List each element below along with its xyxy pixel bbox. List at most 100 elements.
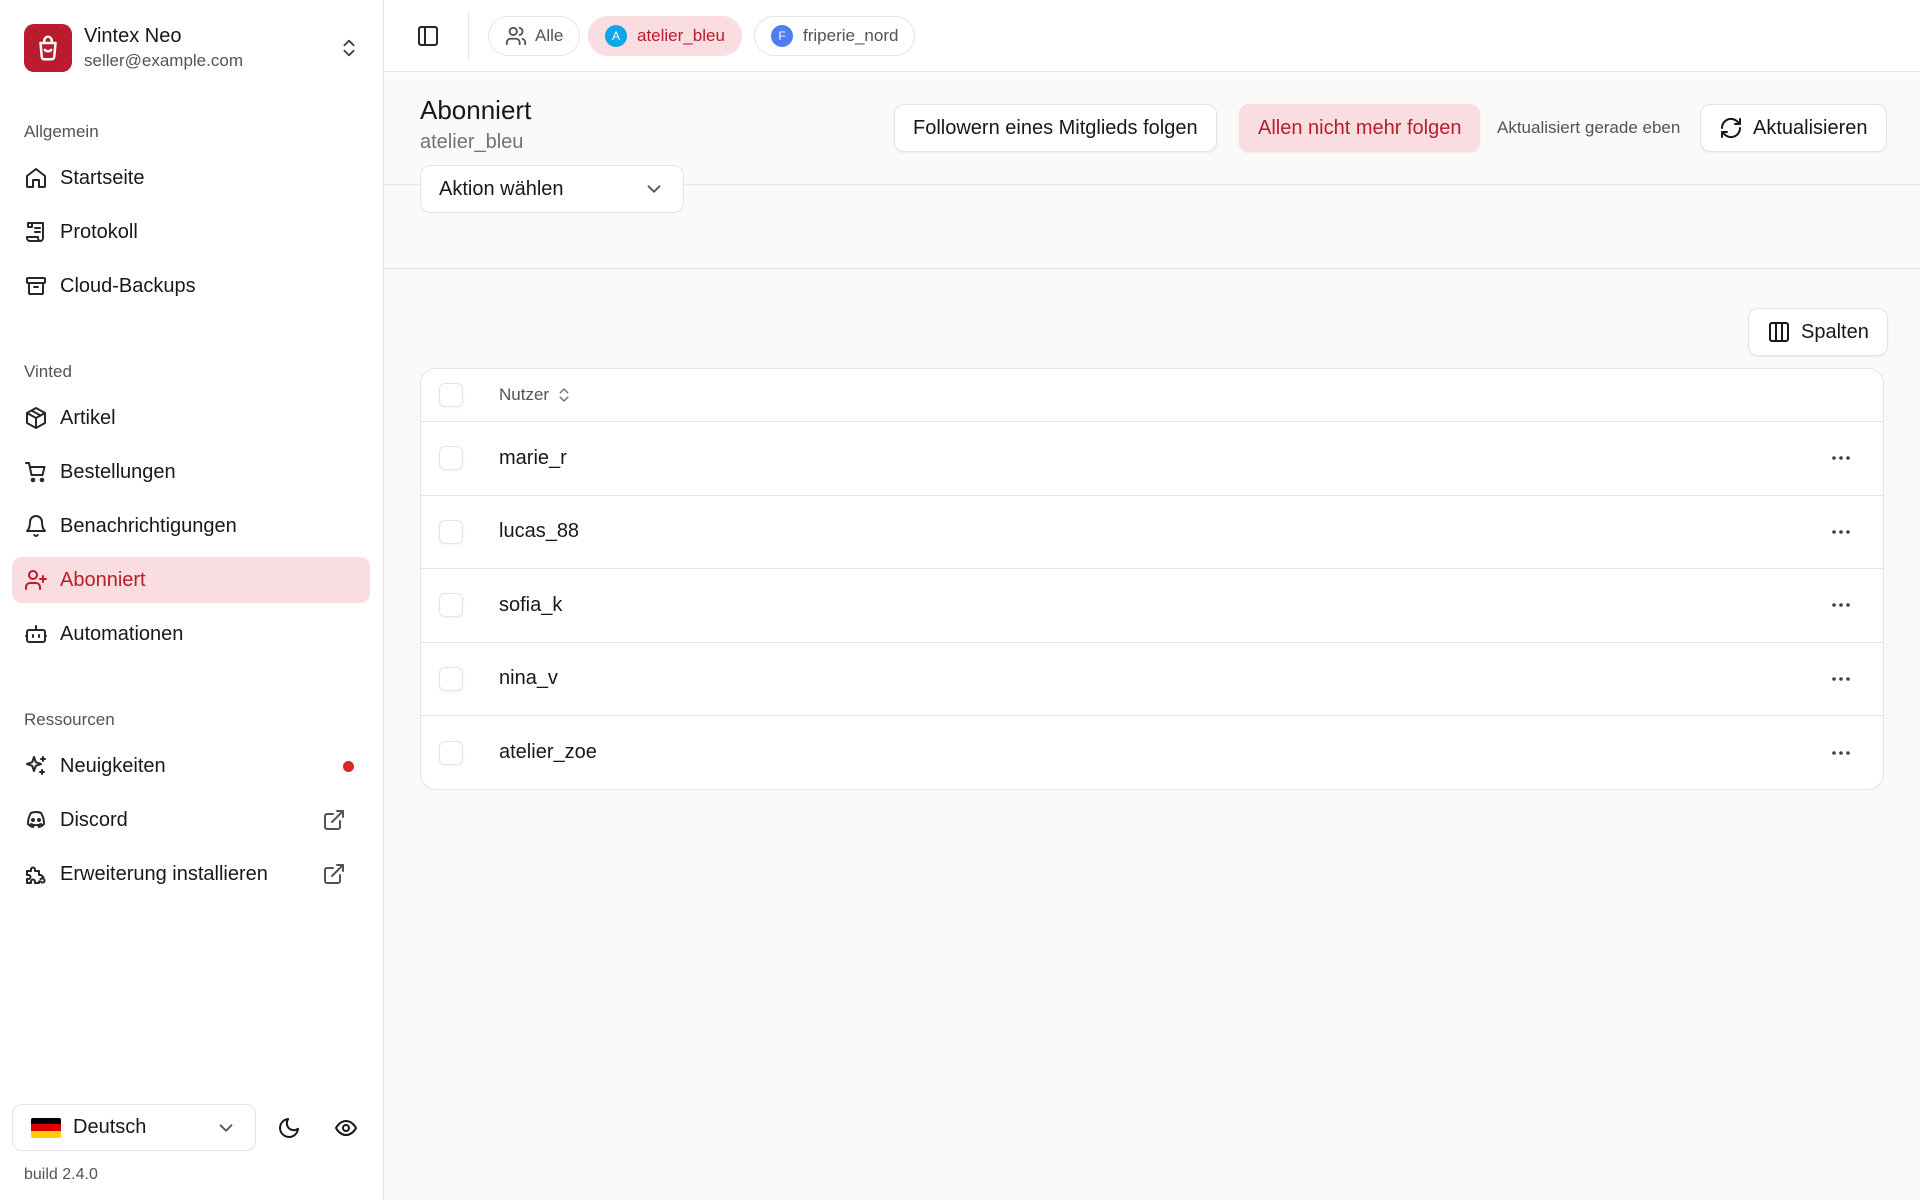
avatar: F [771,25,793,47]
more-horizontal-icon[interactable] [1825,737,1857,769]
row-checkbox[interactable] [439,593,463,618]
sidebar-item-artikel[interactable]: Artikel [12,395,370,441]
main-content: Abonniert atelier_bleu Followern eines M… [384,73,1920,1200]
bell-icon [24,514,48,538]
user-name: nina_v [499,667,558,690]
avatar: A [605,25,627,47]
row-checkbox[interactable] [439,519,463,544]
select-all-checkbox[interactable] [439,383,463,407]
sidebar-item-label: Erweiterung installieren [60,862,268,885]
sparkles-icon [24,754,48,778]
column-header-label: Nutzer [499,385,550,404]
chip-label: Alle [535,26,564,45]
sidebar-item-neuigkeiten[interactable]: Neuigkeiten [12,743,370,789]
more-horizontal-icon[interactable] [1825,442,1857,474]
refresh-button[interactable]: Aktualisieren [1700,104,1887,152]
refresh-label: Aktualisieren [1753,116,1868,139]
follow-followers-button[interactable]: Followern eines Mitglieds folgen [894,104,1217,152]
sidebar-item-label: Abonniert [60,568,146,591]
unfollow-all-button[interactable]: Allen nicht mehr folgen [1239,104,1481,152]
shopping-bag-logo-icon [24,24,72,72]
users-icon [505,25,527,47]
sidebar-item-label: Bestellungen [60,460,176,483]
user-name: atelier_zoe [499,741,597,764]
top-bar: Alle A atelier_bleu F friperie_nord [384,0,1920,72]
sidebar-toggle-icon[interactable] [410,18,446,54]
account-info: Vintex Neo seller@example.com [84,23,338,73]
row-checkbox[interactable] [439,740,463,765]
puzzle-icon [24,862,48,886]
sidebar-item-label: Protokoll [60,220,138,243]
sidebar-item-label: Automationen [60,622,184,645]
table-header: Nutzer [421,369,1883,422]
user-name: sofia_k [499,593,563,616]
account-chip-friperie-nord[interactable]: F friperie_nord [754,16,916,56]
sidebar-item-abonniert[interactable]: Abonniert [12,557,370,603]
column-header-nutzer[interactable]: Nutzer [499,385,573,405]
columns-icon [1767,320,1791,344]
language-select[interactable]: Deutsch [12,1104,256,1151]
page-subtitle: atelier_bleu [420,131,524,153]
build-version: build 2.4.0 [24,1166,98,1183]
section-label-allgemein: Allgemein [24,122,99,141]
german-flag-icon [31,1117,61,1138]
divider [468,12,469,60]
account-chip-atelier-bleu[interactable]: A atelier_bleu [588,16,742,56]
more-horizontal-icon[interactable] [1825,516,1857,548]
cart-icon [24,460,48,484]
table-row[interactable]: sofia_k [421,569,1883,643]
sidebar-item-discord[interactable]: Discord [12,797,370,843]
archive-icon [24,274,48,298]
sidebar-item-bestellungen[interactable]: Bestellungen [12,449,370,495]
sidebar-item-label: Cloud-Backups [60,274,196,297]
columns-label: Spalten [1801,320,1869,343]
home-icon [24,166,48,190]
table-row[interactable]: marie_r [421,422,1883,496]
chip-label: atelier_bleu [637,26,725,45]
language-label: Deutsch [73,1116,147,1138]
external-link-icon [322,808,346,832]
sidebar: Vintex Neo seller@example.com Allgemein … [0,0,384,1200]
chevron-down-icon [215,1117,237,1139]
columns-button[interactable]: Spalten [1748,308,1888,356]
user-plus-icon [24,568,48,592]
refresh-icon [1719,116,1743,140]
section-label-ressourcen: Ressourcen [24,710,115,729]
more-horizontal-icon[interactable] [1825,589,1857,621]
table-row[interactable]: lucas_88 [421,496,1883,569]
user-name: marie_r [499,446,567,469]
action-select-label: Aktion wählen [439,177,564,200]
chevrons-up-down-icon [338,37,360,59]
scroll-icon [24,220,48,244]
sidebar-item-erweiterung-installieren[interactable]: Erweiterung installieren [12,851,370,897]
external-link-icon [322,862,346,886]
users-table: Nutzer marie_r lucas_88 sofia_k nina_v a… [420,368,1884,790]
unread-dot-badge [343,760,354,772]
table-row[interactable]: nina_v [421,643,1883,716]
sidebar-item-label: Neuigkeiten [60,754,166,777]
account-email: seller@example.com [84,51,243,70]
sort-icon [549,386,573,404]
action-select[interactable]: Aktion wählen [420,165,684,213]
chevron-down-icon [643,178,665,200]
chip-label: friperie_nord [803,26,899,45]
eye-icon[interactable] [330,1112,362,1144]
row-checkbox[interactable] [439,446,463,471]
more-horizontal-icon[interactable] [1825,663,1857,695]
bot-icon [24,622,48,646]
sidebar-item-protokoll[interactable]: Protokoll [12,209,370,255]
section-label-vinted: Vinted [24,362,72,381]
account-chip-alle[interactable]: Alle [488,16,581,56]
sidebar-item-benachrichtigungen[interactable]: Benachrichtigungen [12,503,370,549]
row-checkbox[interactable] [439,666,463,691]
sidebar-item-automationen[interactable]: Automationen [12,611,370,657]
discord-icon [24,808,48,832]
account-switcher[interactable]: Vintex Neo seller@example.com [12,12,372,84]
updated-status: Aktualisiert gerade eben [1497,118,1681,137]
moon-icon[interactable] [273,1112,305,1144]
table-row[interactable]: atelier_zoe [421,716,1883,789]
sidebar-item-label: Startseite [60,166,145,189]
sidebar-item-cloud-backups[interactable]: Cloud-Backups [12,263,370,309]
sidebar-item-startseite[interactable]: Startseite [12,155,370,201]
sidebar-item-label: Artikel [60,406,116,429]
